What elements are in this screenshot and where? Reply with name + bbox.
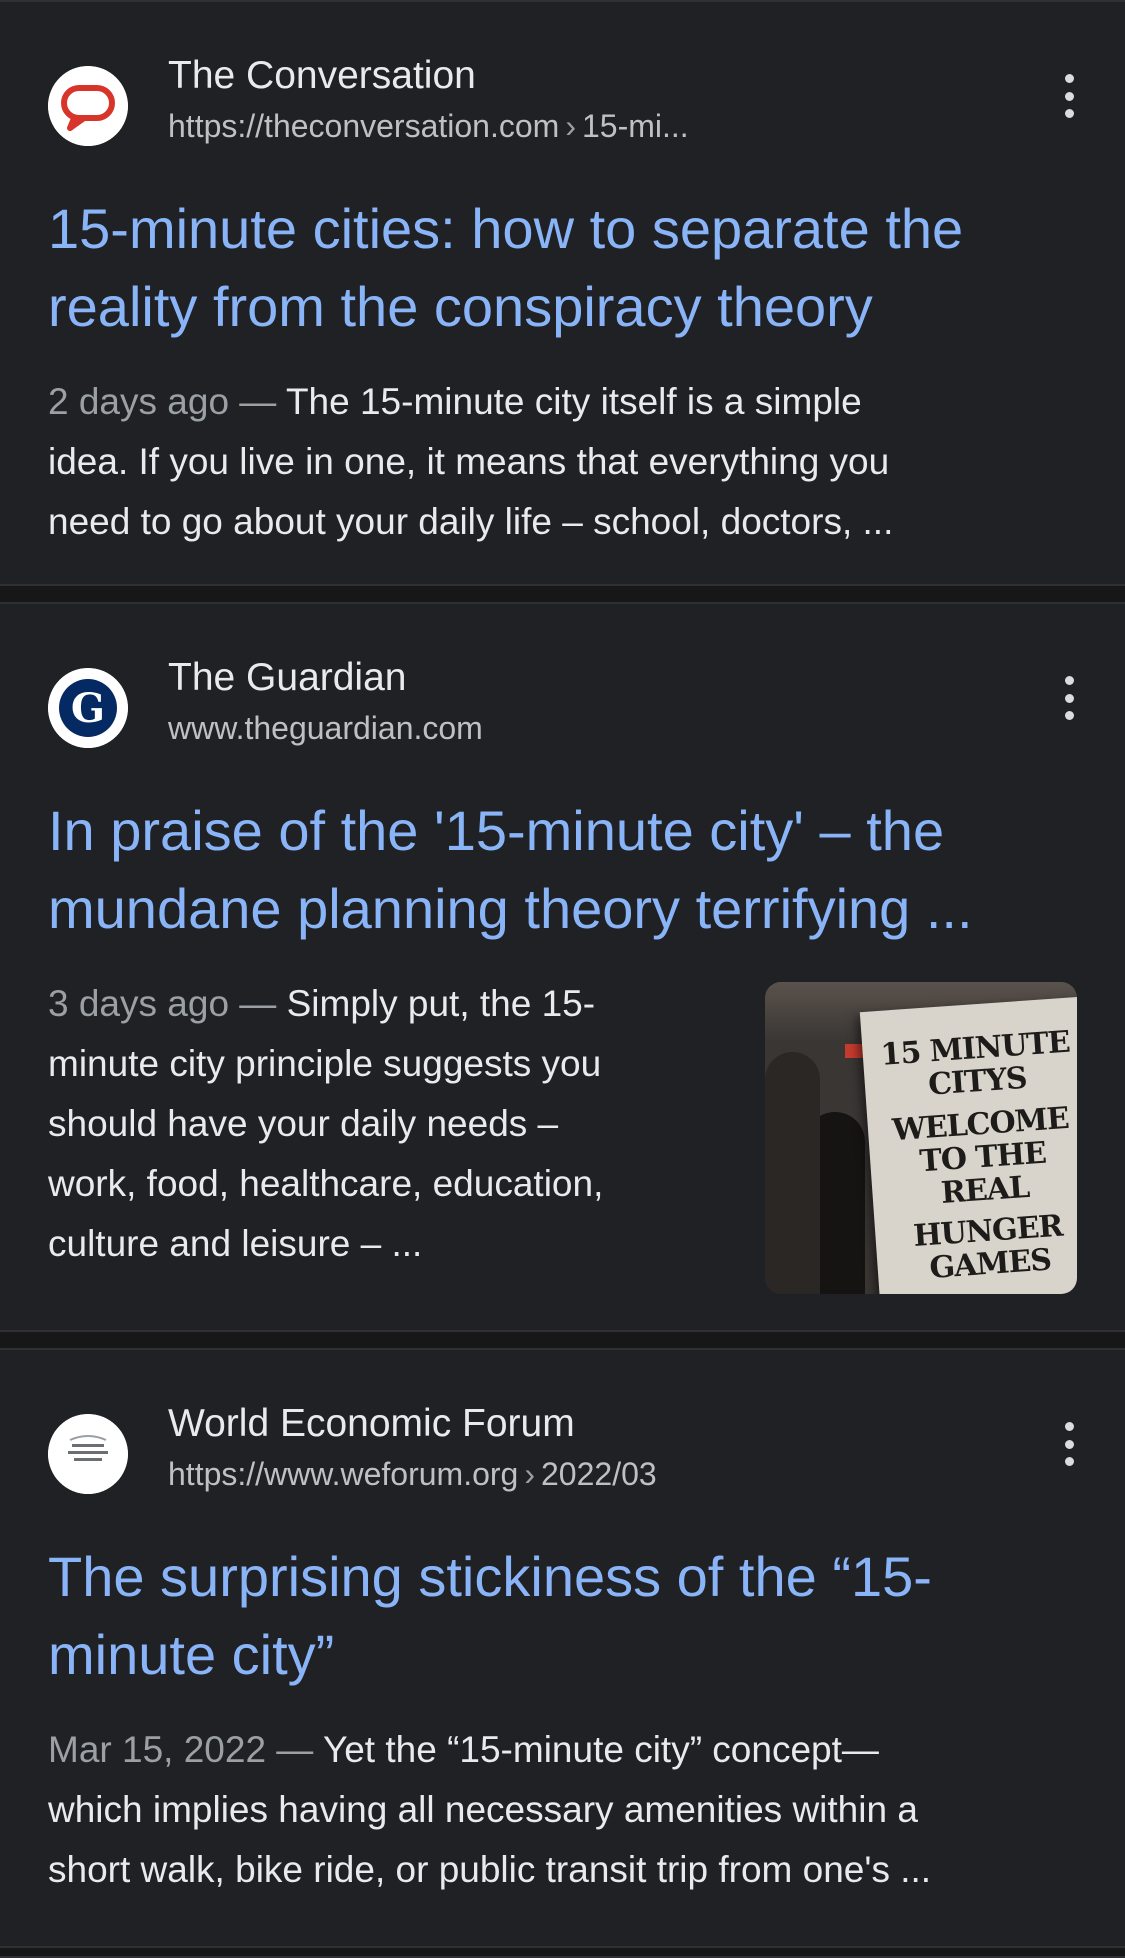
snippet-line: Mar 15, 2022 — Yet the “15-minute city” … [48,1720,1095,1780]
result-date: 3 days ago [48,983,230,1024]
title-line: mundane planning theory terrifying ... [48,877,973,940]
snippet-line: culture and leisure – ... [48,1223,423,1264]
title-line: reality from the conspiracy theory [48,275,873,338]
snippet-line: short walk, bike ride, or public transit… [48,1849,932,1890]
more-options-button[interactable] [1057,1422,1081,1466]
site-url: https://www.weforum.org › 2022/03 [168,1456,657,1493]
site-name: World Economic Forum [168,1402,575,1445]
site-name: The Guardian [168,656,407,699]
snippet-line: idea. If you live in one, it means that … [48,441,890,482]
snippet-line: minute city principle suggests you [48,1043,602,1084]
site-url: https://theconversation.com › 15-mi... [168,108,689,145]
result-source[interactable]: World Economic Forum https://www.weforum… [48,1402,1125,1494]
snippet-dash: — [229,381,286,422]
url-separator: › [524,1456,535,1492]
dot [1064,91,1074,101]
url-separator: › [565,108,576,144]
title-line: 15-minute cities: how to separate the [48,197,964,260]
dot [1064,676,1074,685]
search-result-guardian: G The Guardian www.theguardian.com In pr… [0,604,1125,1330]
result-divider [0,1330,1125,1350]
snippet-line: work, food, healthcare, education, [48,1163,604,1204]
result-snippet: 3 days ago — Simply put, the 15- minute … [48,974,705,1274]
protest-sign: 15 MINUTE CITYS WELCOME TO THE REAL HUNG… [859,996,1077,1294]
dot [1064,1457,1074,1466]
snippet-text: Simply put, the 15- [286,983,596,1024]
snippet-line: should have your daily needs – [48,1103,559,1144]
dot [1064,74,1074,83]
dot [1064,109,1074,118]
dot [1064,1439,1074,1449]
site-url: www.theguardian.com [168,710,483,747]
more-options-button[interactable] [1057,74,1081,118]
search-result-conversation: The Conversation https://theconversation… [0,2,1125,584]
result-source[interactable]: G The Guardian www.theguardian.com [48,656,1125,748]
result-title-link[interactable]: 15-minute cities: how to separate the re… [48,190,1085,346]
result-source[interactable]: The Conversation https://theconversation… [48,54,1125,146]
url-path: 2022/03 [541,1456,657,1492]
result-date: 2 days ago [48,381,230,422]
snippet-line: 2 days ago — The 15-minute city itself i… [48,372,1077,432]
background-person [765,1052,820,1294]
dot [1064,711,1074,720]
snippet-dash: — [229,983,287,1024]
guardian-g-icon: G [48,668,128,748]
result-thumbnail[interactable]: 15 MINUTE CITYS WELCOME TO THE REAL HUNG… [765,982,1077,1294]
snippet-dash: — [266,1729,323,1770]
snippet-line: need to go about your daily life – schoo… [48,501,894,542]
dot [1064,693,1074,703]
snippet-line: 3 days ago — Simply put, the 15- [48,974,705,1034]
title-line: In praise of the '15-minute city' – the [48,799,945,862]
url-base: https://theconversation.com [168,108,560,144]
result-divider [0,1946,1125,1958]
more-options-button[interactable] [1057,676,1081,720]
dot [1064,1422,1074,1431]
result-date: Mar 15, 2022 [48,1729,267,1770]
result-title-link[interactable]: In praise of the '15-minute city' – the … [48,792,1085,948]
result-snippet: 2 days ago — The 15-minute city itself i… [48,372,1077,552]
url-path: 15-mi... [581,108,689,144]
result-divider [0,584,1125,604]
result-snippet: Mar 15, 2022 — Yet the “15-minute city” … [48,1720,1095,1900]
url-base: https://www.weforum.org [168,1456,519,1492]
url-base: www.theguardian.com [168,710,483,746]
snippet-text: The 15-minute city itself is a simple [285,381,862,422]
snippet-line: which implies having all necessary ameni… [48,1789,918,1830]
snippet-text: Yet the “15-minute city” concept— [322,1729,879,1770]
title-line: minute city” [48,1623,335,1686]
title-line: The surprising stickiness of the “15- [48,1545,932,1608]
result-title-link[interactable]: The surprising stickiness of the “15- mi… [48,1538,1085,1694]
conversation-speech-bubble-icon [48,66,128,146]
search-result-weforum: World Economic Forum https://www.weforum… [0,1350,1125,1950]
site-name: The Conversation [168,54,476,97]
wef-logo-icon [48,1414,128,1494]
svg-text:G: G [71,685,105,732]
